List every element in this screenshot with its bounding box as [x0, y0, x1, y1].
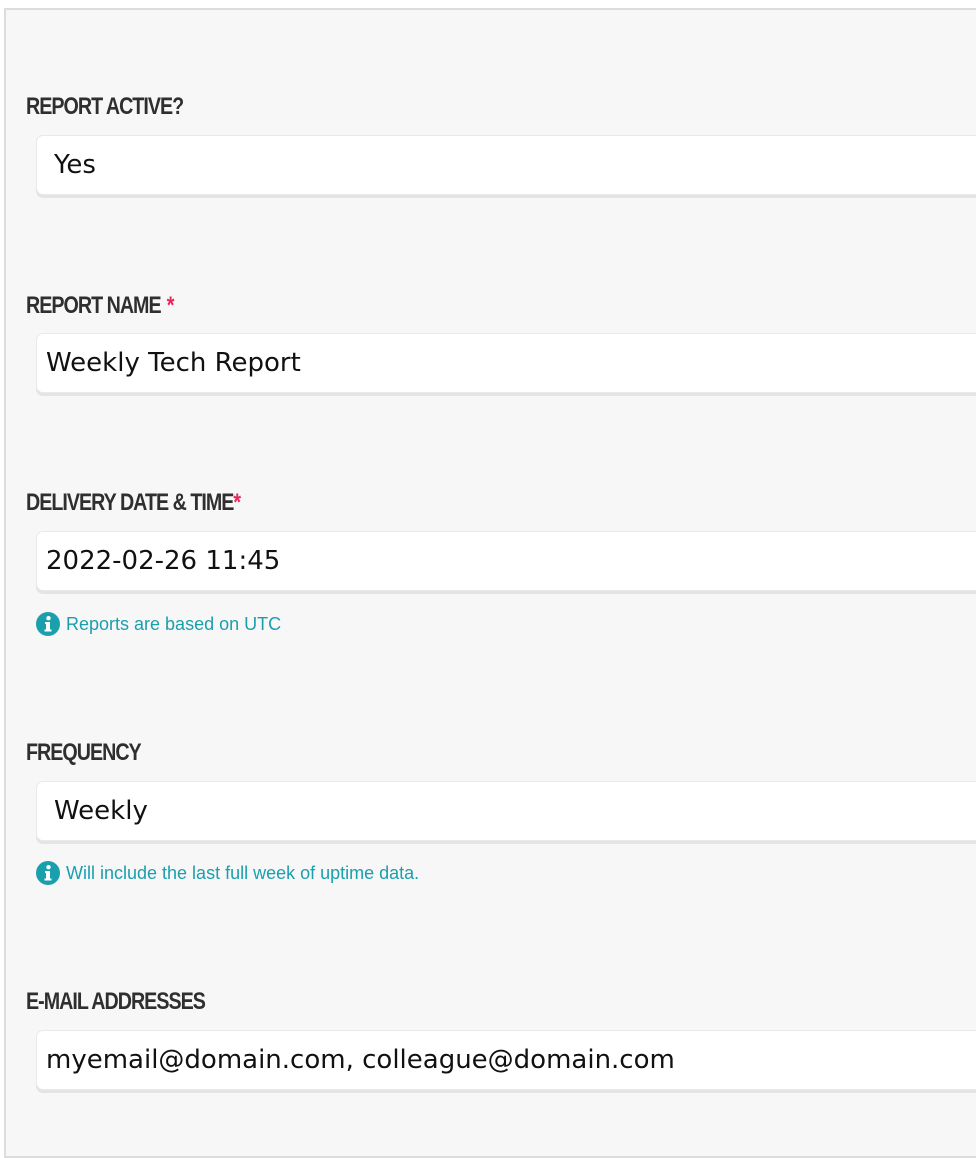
report-active-label: REPORT ACTIVE?	[26, 93, 184, 120]
email-addresses-label: E-MAIL ADDRESSES	[26, 988, 206, 1015]
info-circle-icon	[36, 612, 60, 636]
report-name-input[interactable]: Weekly Tech Report	[36, 333, 976, 393]
report-active-value: Yes	[54, 150, 96, 180]
frequency-select[interactable]: Weekly	[36, 781, 976, 841]
info-circle-icon	[36, 861, 60, 885]
report-active-label-text: REPORT ACTIVE?	[26, 93, 184, 120]
delivery-datetime-label: DELIVERY DATE & TIME*	[26, 489, 241, 516]
delivery-datetime-input[interactable]: 2022-02-26 11:45	[36, 531, 976, 591]
required-asterisk: *	[233, 489, 241, 516]
report-name-label: REPORT NAME *	[26, 292, 175, 319]
email-addresses-input[interactable]: myemail@domain.com, colleague@domain.com	[36, 1030, 976, 1090]
required-asterisk: *	[166, 292, 175, 319]
frequency-hint: Will include the last full week of uptim…	[36, 861, 419, 885]
report-active-select[interactable]: Yes	[36, 135, 976, 195]
report-name-value: Weekly Tech Report	[46, 348, 301, 378]
frequency-value: Weekly	[54, 796, 148, 826]
delivery-hint-text: Reports are based on UTC	[66, 613, 282, 634]
frequency-label-text: FREQUENCY	[26, 739, 142, 766]
report-name-label-text: REPORT NAME	[26, 292, 162, 319]
delivery-hint: Reports are based on UTC	[36, 612, 281, 636]
email-addresses-value: myemail@domain.com, colleague@domain.com	[46, 1045, 675, 1075]
delivery-datetime-label-text: DELIVERY DATE & TIME	[26, 489, 234, 516]
delivery-datetime-value: 2022-02-26 11:45	[46, 546, 281, 576]
frequency-hint-text: Will include the last full week of uptim…	[66, 862, 420, 883]
email-addresses-label-text: E-MAIL ADDRESSES	[26, 988, 206, 1015]
frequency-label: FREQUENCY	[26, 739, 142, 766]
